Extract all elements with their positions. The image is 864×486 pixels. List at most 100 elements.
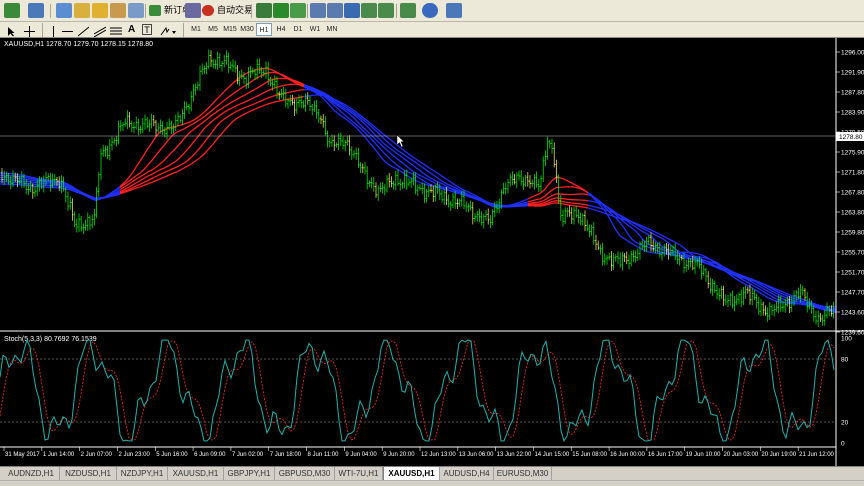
tile-windows-icon[interactable]	[344, 3, 360, 18]
vertical-line-icon[interactable]	[48, 24, 59, 37]
toolbar-separator	[42, 23, 43, 37]
chart-tabs: AUDNZD,H1 NZDUSD,H1 NZDJPY,H1 XAUUSD,H1 …	[0, 466, 864, 480]
time-tick-label: 20 Jun 19:00	[761, 452, 796, 458]
time-tick-label: 31 May 2017	[5, 452, 40, 458]
price-tick-label: 1283.90	[841, 110, 864, 117]
toolbar-separator	[50, 4, 51, 18]
tab-gbpjpy-h1[interactable]: GBPJPY,H1	[224, 467, 275, 480]
timeframe-h4[interactable]: H4	[273, 23, 289, 36]
tab-xauusd-h1-a[interactable]: XAUUSD,H1	[168, 467, 224, 480]
tab-nzdjpy-h1[interactable]: NZDJPY,H1	[117, 467, 168, 480]
time-tick-label: 16 Jun 00:00	[610, 452, 645, 458]
data-window-icon[interactable]	[74, 3, 90, 18]
price-tick-label: 1296.00	[841, 50, 864, 57]
auto-trading-label: 自动交易	[217, 5, 254, 15]
zoom-in-icon[interactable]	[310, 3, 326, 18]
timeframe-m5[interactable]: M5	[205, 23, 221, 36]
tab-nzdusd-h1[interactable]: NZDUSD,H1	[60, 467, 117, 480]
ma-ribbon-line	[303, 88, 529, 207]
time-tick-label: 9 Jun 04:00	[345, 452, 377, 458]
crosshair-icon[interactable]	[24, 24, 35, 37]
price-tick-label: 1291.90	[841, 70, 864, 77]
candlestick-icon[interactable]	[273, 3, 289, 18]
toolbar-separator	[251, 4, 252, 18]
chart-window[interactable]: 1296.001291.901287.801283.901279.501275.…	[0, 38, 864, 466]
price-tick-label: 1263.80	[841, 210, 864, 217]
ma-ribbon-line	[303, 83, 529, 207]
autoscroll-icon[interactable]	[378, 3, 394, 18]
text-label-icon[interactable]: T	[142, 24, 152, 35]
price-tick-label: 1275.90	[841, 150, 864, 157]
tab-gbpusd-m30[interactable]: GBPUSD,M30	[275, 467, 335, 480]
navigator-icon[interactable]	[92, 3, 108, 18]
time-tick-label: 16 Jun 17:00	[648, 452, 683, 458]
time-tick-label: 15 Jun 08:00	[572, 452, 607, 458]
timeframe-w1[interactable]: W1	[307, 23, 323, 36]
time-tick-label: 21 Jun 12:00	[799, 452, 834, 458]
channel-icon[interactable]	[93, 24, 107, 38]
toolbar-separator	[307, 4, 308, 18]
cursor-icon[interactable]	[6, 24, 16, 37]
current-price-label: 1278.80	[839, 134, 863, 141]
templates-icon[interactable]	[446, 3, 462, 18]
line-chart-icon[interactable]	[290, 3, 306, 18]
ma-ribbon-line	[587, 194, 837, 311]
time-tick-label: 14 Jun 15:00	[534, 452, 569, 458]
drawing-toolbar: A T M1 M5 M15 M30 H1 H4 D1 W1 MN	[0, 22, 864, 38]
time-tick-label: 2 Jun 23:00	[118, 452, 150, 458]
toolbar-separator	[396, 4, 397, 18]
indicators-icon[interactable]	[400, 3, 416, 18]
time-tick-label: 6 Jun 09:00	[194, 452, 226, 458]
new-chart-icon[interactable]	[4, 3, 20, 18]
zoom-out-icon[interactable]	[327, 3, 343, 18]
bar-chart-icon[interactable]	[256, 3, 272, 18]
ma-ribbon-line	[119, 71, 305, 189]
time-tick-label: 5 Jun 16:00	[156, 452, 188, 458]
profiles-icon[interactable]	[28, 3, 44, 18]
time-tick-label: 7 Jun 02:00	[232, 452, 264, 458]
time-tick-label: 12 Jun 13:00	[421, 452, 456, 458]
timeframe-h1[interactable]: H1	[256, 23, 272, 36]
horizontal-line-icon[interactable]	[62, 24, 73, 35]
metaeditor-icon[interactable]	[185, 3, 201, 18]
auto-trading-button[interactable]: 自动交易	[201, 3, 253, 18]
trendline-icon[interactable]	[77, 24, 90, 37]
tab-eurusd-m30[interactable]: EURUSD,M30	[494, 467, 552, 480]
price-tick-label: 1259.80	[841, 230, 864, 237]
ma-ribbon-line	[587, 204, 837, 314]
timeframe-m30[interactable]: M30	[239, 23, 255, 36]
periods-icon[interactable]	[422, 3, 438, 18]
time-tick-label: 13 Jun 06:00	[459, 452, 494, 458]
timeframe-m15[interactable]: M15	[222, 23, 238, 36]
indicator-tick-label: 20	[841, 420, 849, 427]
tab-wti-7u-h1[interactable]: WTI-7U,H1	[335, 467, 383, 480]
price-tick-label: 1251.70	[841, 270, 864, 277]
indicator-tick-label: 80	[841, 357, 849, 364]
timeframe-mn[interactable]: MN	[324, 23, 340, 36]
ma-ribbon-line	[587, 200, 837, 312]
toolbar-separator	[145, 4, 146, 18]
text-tool-icon[interactable]: A	[128, 24, 138, 35]
price-chart[interactable]: 1296.001291.901287.801283.901279.501275.…	[0, 38, 864, 466]
chart-shift-icon[interactable]	[361, 3, 377, 18]
fibonacci-icon[interactable]	[110, 24, 122, 35]
arrows-dropdown-icon[interactable]	[160, 24, 176, 36]
stoch-main-line	[0, 338, 835, 443]
time-tick-label: 9 Jun 20:00	[383, 452, 415, 458]
indicator-tick-label: 100	[841, 336, 852, 343]
time-tick-label: 1 Jun 14:00	[43, 452, 75, 458]
timeframe-d1[interactable]: D1	[290, 23, 306, 36]
timeframe-m1[interactable]: M1	[188, 23, 204, 36]
indicator-header: Stoch(5,3,3) 80.7692 76.1539	[4, 336, 97, 343]
ma-ribbon-line	[303, 84, 529, 207]
strategy-tester-icon[interactable]	[128, 3, 144, 18]
tab-audnzd-h1[interactable]: AUDNZD,H1	[3, 467, 60, 480]
price-tick-label: 1243.60	[841, 310, 864, 317]
market-watch-icon[interactable]	[56, 3, 72, 18]
tab-audusd-h4[interactable]: AUDUSD,H4	[440, 467, 494, 480]
new-order-icon	[149, 5, 161, 16]
terminal-icon[interactable]	[110, 3, 126, 18]
tab-xauusd-h1-active[interactable]: XAUUSD,H1	[383, 467, 440, 480]
time-tick-label: 13 Jun 22:00	[497, 452, 532, 458]
time-tick-label: 8 Jun 11:00	[308, 452, 340, 458]
